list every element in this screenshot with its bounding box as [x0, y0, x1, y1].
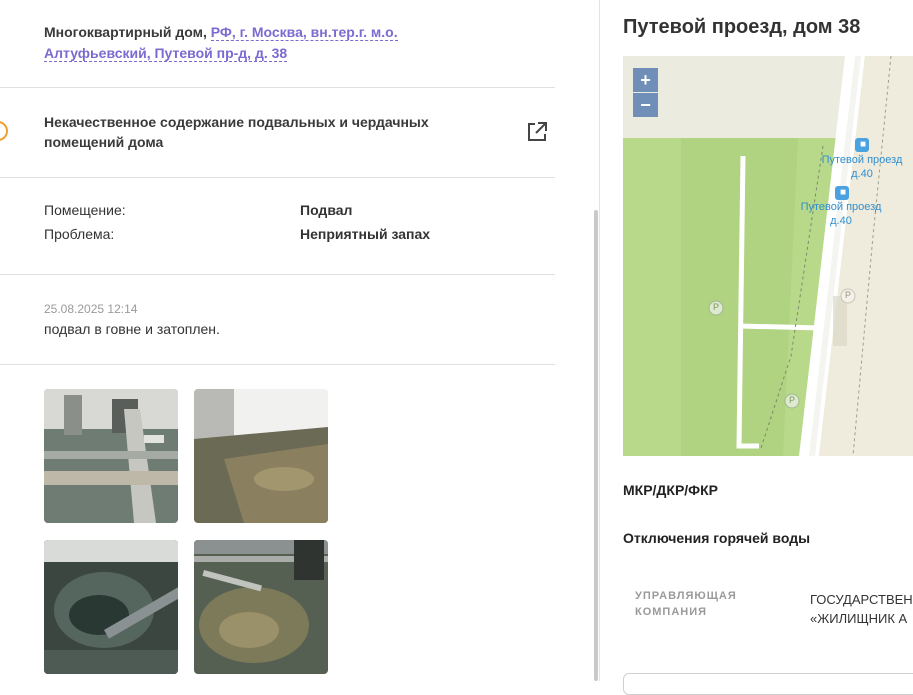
management-label: УПРАВЛЯЮЩАЯ КОМПАНИЯ: [635, 590, 737, 618]
bus-icon: ■: [859, 139, 867, 150]
bus-icon: ■: [839, 187, 847, 198]
divider: [0, 87, 555, 88]
photo-thumbnail-3[interactable]: [44, 540, 178, 674]
management-value: ГОСУДАРСТВЕН «ЖИЛИЩНИК А: [810, 592, 913, 626]
divider: [0, 177, 555, 178]
building-title: Путевой проезд, дом 38: [623, 16, 861, 38]
comment-date: 25.08.2025 12:14: [44, 302, 138, 316]
problem-label: Проблема:: [44, 226, 115, 242]
room-label: Помещение:: [44, 202, 126, 218]
bus-stop-label: Путевой проезд д.40: [821, 154, 903, 180]
scrollbar[interactable]: [594, 210, 598, 681]
exclamation-circle-icon: !: [0, 121, 8, 141]
room-value: Подвал: [300, 202, 353, 218]
divider: [0, 364, 555, 365]
map[interactable]: + − Путевой проезд д.40 Путевой проезд д.4…: [623, 56, 913, 456]
panel-divider: [599, 0, 600, 681]
report-details-panel: Многоквартирный дом, РФ, г. Москва, вн.т…: [0, 0, 598, 681]
parking-icon: P: [844, 290, 851, 300]
bus-stop-label: Путевой проезд д.40: [800, 201, 882, 227]
address-prefix: Многоквартирный дом,: [44, 24, 211, 40]
comment-text: подвал в говне и затоплен.: [44, 321, 220, 337]
problem-value: Неприятный запах: [300, 226, 431, 242]
bottom-card: [623, 673, 913, 695]
repair-section-title[interactable]: МКР/ДКР/ФКР: [623, 482, 718, 498]
hot-water-section-title[interactable]: Отключения горячей воды: [623, 530, 810, 546]
zoom-in-button[interactable]: +: [633, 68, 658, 92]
photo-thumbnail-2[interactable]: [194, 389, 328, 523]
external-link-icon[interactable]: [526, 121, 548, 143]
divider: [0, 274, 555, 275]
parking-icon: P: [712, 302, 719, 312]
photo-thumbnail-1[interactable]: [44, 389, 178, 523]
parking-icon: P: [788, 395, 795, 405]
address-block: Многоквартирный дом, РФ, г. Москва, вн.т…: [44, 22, 424, 64]
zoom-out-button[interactable]: −: [633, 93, 658, 117]
issue-title: Некачественное содержание подвальных и ч…: [44, 114, 429, 150]
photo-thumbnail-4[interactable]: [194, 540, 328, 674]
